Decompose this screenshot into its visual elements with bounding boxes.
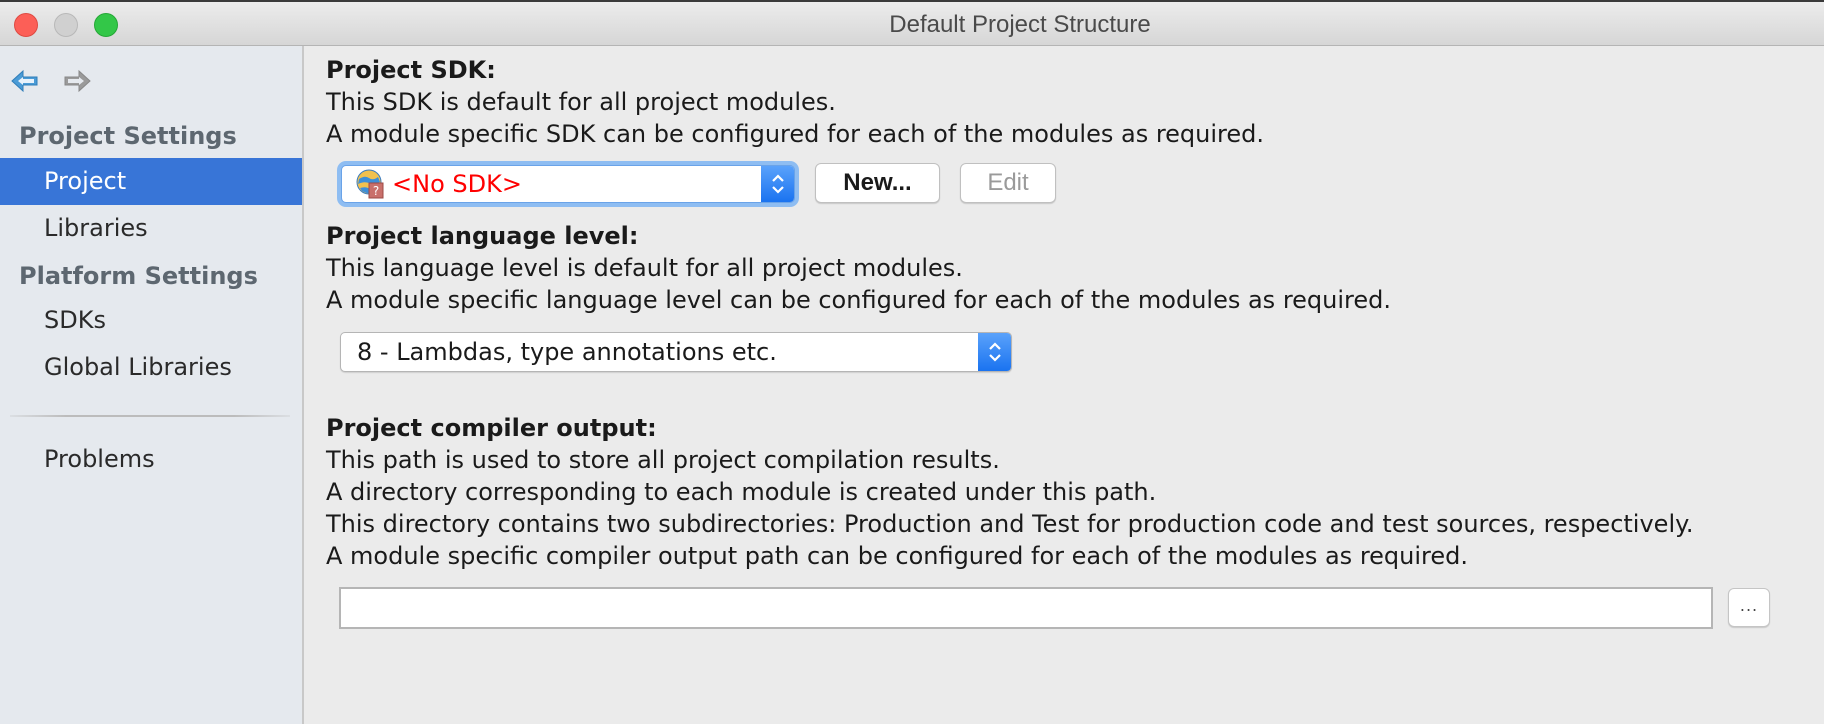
chevron-up-down-icon [988, 342, 1001, 362]
svg-text:?: ? [373, 184, 379, 198]
project-sdk-select[interactable]: ? <No SDK> [341, 165, 795, 203]
sidebar-item-libraries[interactable]: Libraries [0, 205, 302, 252]
sidebar-item-project[interactable]: Project [0, 158, 302, 205]
sidebar-item-global-libraries[interactable]: Global Libraries [0, 344, 302, 391]
project-sdk-desc-2: A module specific SDK can be configured … [326, 120, 1265, 148]
forward-button[interactable] [62, 66, 92, 96]
compiler-output-title: Project compiler output: [326, 414, 657, 442]
title-bar: Default Project Structure [0, 0, 1824, 46]
arrow-left-icon [11, 69, 38, 93]
chevron-up-down-icon [771, 174, 784, 194]
language-level-title: Project language level: [326, 222, 639, 250]
group-project-settings: Project Settings [19, 122, 237, 150]
new-sdk-button[interactable]: New... [815, 163, 940, 203]
edit-sdk-button[interactable]: Edit [960, 163, 1056, 203]
back-button[interactable] [10, 66, 40, 96]
globe-question-icon: ? [356, 169, 384, 199]
language-level-desc-1: This language level is default for all p… [326, 254, 963, 282]
sidebar-item-sdks[interactable]: SDKs [0, 297, 302, 344]
arrow-right-icon [64, 69, 91, 93]
language-level-desc-2: A module specific language level can be … [326, 286, 1391, 314]
window-title: Default Project Structure [889, 11, 1151, 38]
compiler-output-desc-2: A directory corresponding to each module… [326, 478, 1157, 506]
project-sdk-desc-1: This SDK is default for all project modu… [326, 88, 836, 116]
project-sdk-value: <No SDK> [392, 170, 522, 198]
project-sdk-dropdown-arrows[interactable] [761, 166, 794, 202]
language-level-dropdown-arrows[interactable] [978, 333, 1011, 371]
sidebar-item-problems[interactable]: Problems [0, 436, 302, 483]
main-panel: Project SDK: This SDK is default for all… [306, 46, 1824, 724]
sidebar-divider [10, 415, 290, 417]
sidebar: Project Settings Project Libraries Platf… [0, 46, 304, 724]
group-platform-settings: Platform Settings [19, 262, 258, 290]
compiler-output-path-input[interactable] [339, 587, 1713, 629]
project-sdk-title: Project SDK: [326, 56, 496, 84]
language-level-select[interactable]: 8 - Lambdas, type annotations etc. [340, 332, 1012, 372]
compiler-output-desc-1: This path is used to store all project c… [326, 446, 1000, 474]
language-level-value: 8 - Lambdas, type annotations etc. [357, 338, 777, 366]
compiler-output-desc-4: A module specific compiler output path c… [326, 542, 1469, 570]
browse-button[interactable]: ... [1728, 588, 1770, 627]
compiler-output-desc-3: This directory contains two subdirectori… [326, 510, 1694, 538]
